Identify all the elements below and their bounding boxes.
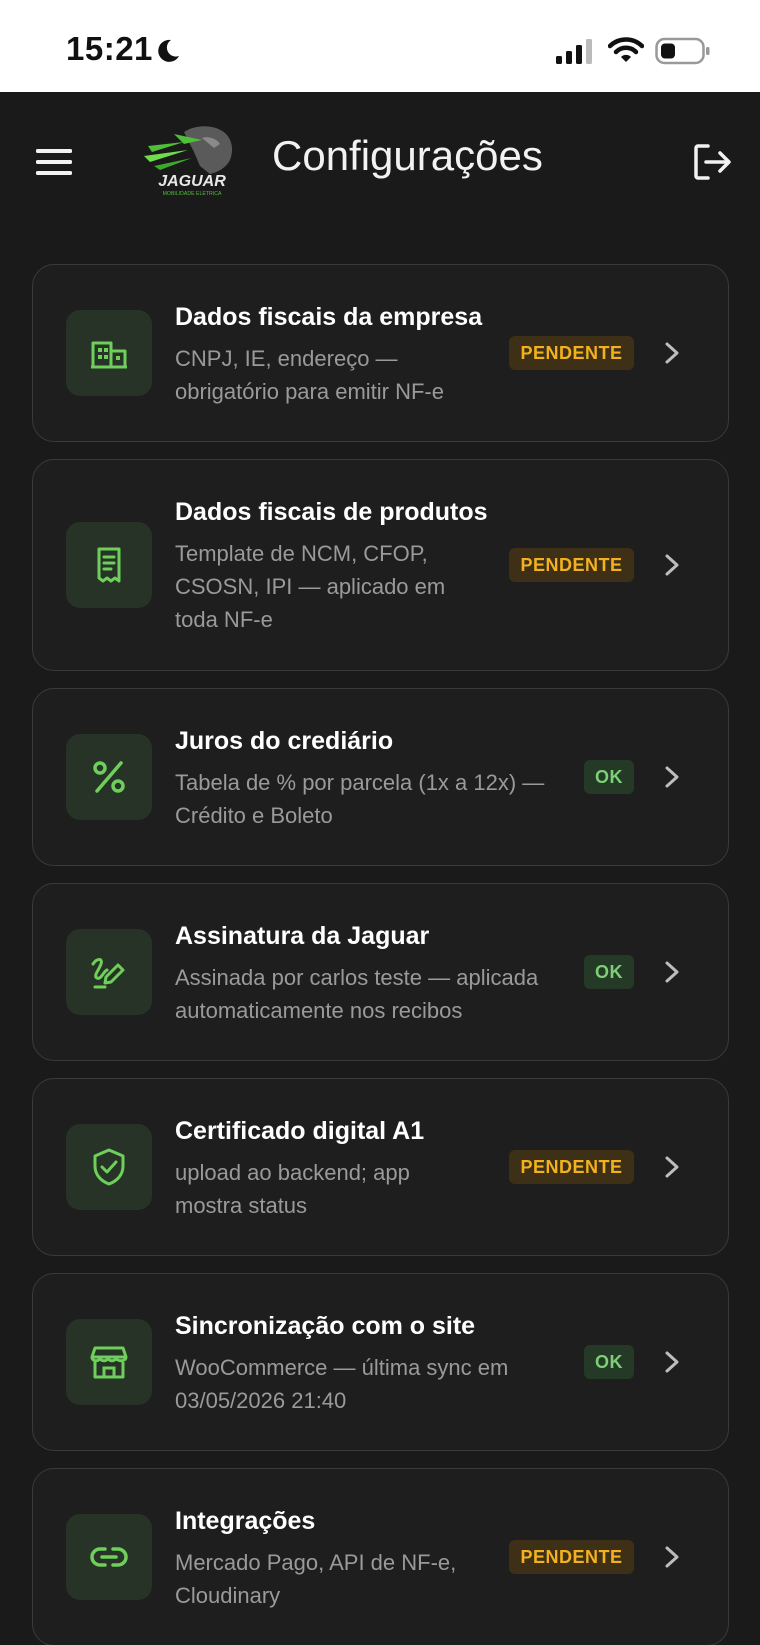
moon-icon	[158, 39, 179, 62]
settings-item-dados-fiscais-empresa[interactable]: Dados fiscais da empresa CNPJ, IE, ender…	[32, 264, 729, 442]
settings-item-title: Juros do crediário	[175, 727, 394, 755]
settings-item-subtitle: Tabela de % por parcela (1x a 12x) — Cré…	[175, 770, 545, 828]
link-icon	[90, 1547, 128, 1567]
icon-container	[66, 310, 152, 396]
status-bar: 15:21	[0, 0, 760, 92]
settings-item-title: Dados fiscais da empresa	[175, 303, 483, 331]
status-badge: PENDENTE	[509, 1150, 634, 1184]
icon-container	[66, 929, 152, 1015]
icon-container	[66, 1514, 152, 1600]
icon-container	[66, 1124, 152, 1210]
status-badge: PENDENTE	[509, 548, 634, 582]
chevron-right-icon	[665, 1156, 679, 1178]
settings-list: Dados fiscais da empresa CNPJ, IE, ender…	[32, 264, 729, 1645]
settings-item-sincronizacao-site[interactable]: Sincronização com o site WooCommerce — ú…	[32, 1273, 729, 1451]
chevron-right-icon	[665, 342, 679, 364]
status-badge: PENDENTE	[509, 1540, 634, 1574]
settings-item-subtitle: Template de NCM, CFOP, CSOSN, IPI — apli…	[175, 541, 446, 632]
percent-icon	[93, 761, 125, 793]
settings-item-title: Dados fiscais de produtos	[175, 498, 488, 526]
icon-container	[66, 734, 152, 820]
settings-item-title: Integrações	[175, 1507, 316, 1535]
settings-item-juros-crediario[interactable]: Juros do crediário Tabela de % por parce…	[32, 688, 729, 866]
logout-icon[interactable]	[690, 140, 734, 184]
wifi-icon	[608, 37, 644, 62]
chevron-right-icon	[665, 554, 679, 576]
status-badge: OK	[584, 955, 634, 989]
status-badge: OK	[584, 1345, 634, 1379]
settings-item-integracoes[interactable]: Integrações Mercado Pago, API de NF-e, C…	[32, 1468, 729, 1645]
settings-item-assinatura[interactable]: Assinatura da Jaguar Assinada por carlos…	[32, 883, 729, 1061]
app-header: JAGUAR MOBILIDADE ELÉTRICA Configurações	[0, 92, 760, 232]
signature-icon	[91, 958, 125, 989]
page-title: Configurações	[272, 132, 543, 179]
store-icon	[90, 1346, 128, 1379]
settings-item-dados-fiscais-produtos[interactable]: Dados fiscais de produtos Template de NC…	[32, 459, 729, 671]
shield-check-icon	[93, 1148, 125, 1186]
status-time: 15:21	[66, 30, 153, 67]
chevron-right-icon	[665, 1546, 679, 1568]
cellular-signal-icon	[556, 39, 592, 64]
chevron-right-icon	[665, 961, 679, 983]
icon-container	[66, 1319, 152, 1405]
battery-icon	[655, 37, 710, 65]
settings-item-title: Sincronização com o site	[175, 1312, 476, 1340]
settings-item-subtitle: upload ao backend; app mostra status	[175, 1160, 410, 1218]
status-badge: PENDENTE	[509, 336, 634, 370]
chevron-right-icon	[665, 1351, 679, 1373]
hamburger-menu-icon[interactable]	[34, 142, 74, 182]
status-badge: OK	[584, 760, 634, 794]
settings-item-title: Certificado digital A1	[175, 1117, 425, 1145]
chevron-right-icon	[665, 766, 679, 788]
jaguar-logo: JAGUAR MOBILIDADE ELÉTRICA	[144, 126, 233, 197]
receipt-icon	[97, 547, 121, 583]
building-icon	[91, 341, 127, 369]
logo-tagline: MOBILIDADE ELÉTRICA	[163, 190, 222, 197]
settings-item-subtitle: Assinada por carlos teste — aplicada aut…	[175, 965, 539, 1023]
settings-item-title: Assinatura da Jaguar	[175, 922, 430, 950]
logo-wordmark: JAGUAR	[158, 173, 226, 190]
settings-item-subtitle: CNPJ, IE, endereço — obrigatório para em…	[175, 346, 444, 404]
settings-item-certificado-digital[interactable]: Certificado digital A1 upload ao backend…	[32, 1078, 729, 1256]
settings-item-subtitle: Mercado Pago, API de NF-e, Cloudinary	[175, 1550, 457, 1608]
icon-container	[66, 522, 152, 608]
settings-item-subtitle: WooCommerce — última sync em 03/05/2026 …	[175, 1355, 509, 1413]
